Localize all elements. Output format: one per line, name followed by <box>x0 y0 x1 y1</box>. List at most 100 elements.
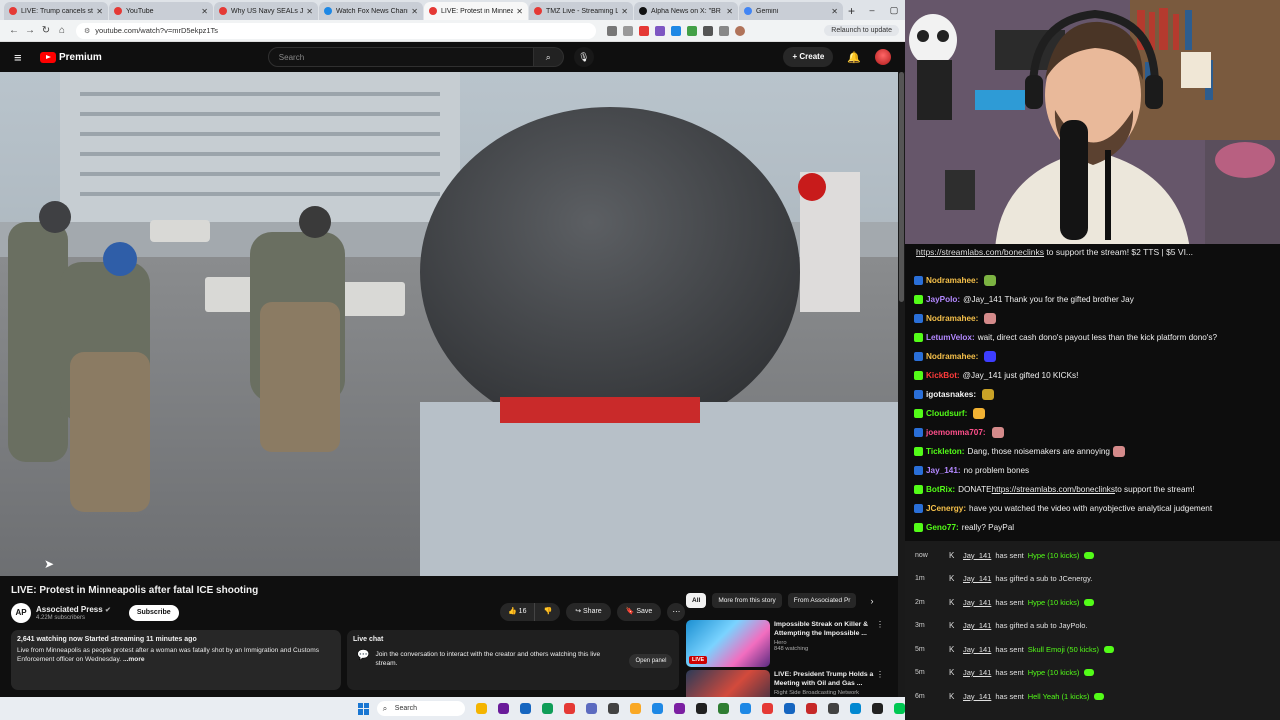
forward-icon[interactable]: → <box>22 25 38 36</box>
chat-link[interactable]: https://streamlabs.com/boneclinks <box>992 485 1115 494</box>
sidepanel-icon[interactable] <box>719 25 729 36</box>
notifications-bell-icon[interactable]: 🔔 <box>847 51 861 64</box>
chat-username[interactable]: Nodramahee: <box>926 314 978 323</box>
bookmark-star-icon[interactable] <box>623 25 633 36</box>
chip-from-channel[interactable]: From Associated Pr <box>787 593 857 608</box>
cast-icon[interactable] <box>607 25 617 36</box>
extension-icon[interactable] <box>703 25 713 36</box>
video-player[interactable] <box>0 72 898 576</box>
windows-start-icon[interactable] <box>358 702 369 715</box>
tab-close-icon[interactable]: ✕ <box>411 7 418 16</box>
open-panel-button[interactable]: Open panel <box>629 654 673 668</box>
chat-username[interactable]: Tickleton: <box>926 447 965 456</box>
recommendation-thumbnail[interactable] <box>686 670 770 697</box>
tab-close-icon[interactable]: ✕ <box>306 7 313 16</box>
recommendation-title[interactable]: LIVE: President Trump Holds a Meeting wi… <box>774 670 874 688</box>
extension-icon[interactable] <box>639 25 649 36</box>
browser-tab[interactable]: YouTube ✕ <box>109 2 213 20</box>
tab-close-icon[interactable]: ✕ <box>516 7 523 16</box>
taskbar-app-icon[interactable] <box>828 703 839 714</box>
channel-name[interactable]: Associated Press ✔ <box>36 605 111 614</box>
page-scrollbar[interactable] <box>898 72 905 697</box>
kebab-menu-icon[interactable]: ⋮ <box>876 670 884 697</box>
more-actions-icon[interactable]: ⋯ <box>667 603 686 621</box>
channel-avatar[interactable]: AP <box>11 603 31 623</box>
tab-close-icon[interactable]: ✕ <box>96 7 103 16</box>
taskbar-search[interactable]: Search <box>376 701 465 716</box>
recommendation-item[interactable]: LIVE: President Trump Holds a Meeting wi… <box>686 670 886 697</box>
hamburger-menu-icon[interactable]: ≡ <box>14 50 28 65</box>
taskbar-app-icon[interactable] <box>718 703 729 714</box>
new-tab-button[interactable]: + <box>848 4 855 18</box>
browser-tab[interactable]: Gemini ✕ <box>739 2 843 20</box>
search-input[interactable]: Search <box>267 47 534 67</box>
taskbar-app-icon[interactable] <box>784 703 795 714</box>
taskbar-app-icon[interactable] <box>586 703 597 714</box>
url-field[interactable]: ⚙ youtube.com/watch?v=mrD5ekpz1Ts <box>76 22 596 39</box>
scrollbar-thumb[interactable] <box>899 72 904 302</box>
recommendation-item[interactable]: LIVE Impossible Streak on Killer & Attem… <box>686 620 886 667</box>
chevron-right-icon[interactable]: › <box>870 596 873 606</box>
minimize-icon[interactable]: – <box>861 0 883 20</box>
taskbar-app-icon[interactable] <box>564 703 575 714</box>
event-username[interactable]: Jay_141 <box>963 574 991 583</box>
chat-username[interactable]: BotRix: <box>926 485 955 494</box>
taskbar-app-icon[interactable] <box>696 703 707 714</box>
site-info-icon[interactable]: ⚙ <box>84 27 90 35</box>
browser-tab[interactable]: Alpha News on X: "BR ✕ <box>634 2 738 20</box>
taskbar-app-icon[interactable] <box>740 703 751 714</box>
youtube-logo[interactable]: Premium <box>40 51 102 63</box>
description-box[interactable]: 2,641 watching now Started streaming 11 … <box>11 630 341 690</box>
chat-username[interactable]: Jay_141: <box>926 466 961 475</box>
like-button[interactable]: 👍 16 <box>500 603 536 621</box>
extension-icon[interactable] <box>687 25 697 36</box>
subscribe-button[interactable]: Subscribe <box>128 605 179 621</box>
chip-all[interactable]: All <box>686 593 707 608</box>
tab-close-icon[interactable]: ✕ <box>621 7 628 16</box>
relaunch-button[interactable]: Relaunch to update <box>824 25 899 36</box>
taskbar-app-icon[interactable] <box>674 703 685 714</box>
profile-avatar[interactable] <box>735 25 745 36</box>
create-button[interactable]: + Create <box>783 47 834 67</box>
chat-username[interactable]: LetumVelox: <box>926 333 975 342</box>
share-button[interactable]: ↪ Share <box>566 603 611 621</box>
tab-close-icon[interactable]: ✕ <box>201 7 208 16</box>
event-username[interactable]: Jay_141 <box>963 668 991 677</box>
event-username[interactable]: Jay_141 <box>963 598 991 607</box>
chat-username[interactable]: JCenergy: <box>926 504 966 513</box>
chat-username[interactable]: Cloudsurf: <box>926 409 967 418</box>
taskbar-app-icon[interactable] <box>872 703 883 714</box>
taskbar-app-icon[interactable] <box>498 703 509 714</box>
reload-icon[interactable]: ↻ <box>38 25 54 36</box>
taskbar-app-icon[interactable] <box>850 703 861 714</box>
chat-username[interactable]: Nodramahee: <box>926 276 978 285</box>
browser-tab[interactable]: TMZ Live - Streaming Liv ✕ <box>529 2 633 20</box>
taskbar-app-icon[interactable] <box>630 703 641 714</box>
voice-search-button[interactable]: 🎙 <box>573 47 594 67</box>
taskbar-app-icon[interactable] <box>608 703 619 714</box>
browser-tab[interactable]: LIVE: Protest in Minnea ✕ <box>424 2 528 20</box>
search-button[interactable]: ⌕ <box>533 47 564 67</box>
tab-close-icon[interactable]: ✕ <box>831 7 838 16</box>
event-username[interactable]: Jay_141 <box>963 551 991 560</box>
taskbar-app-icon[interactable] <box>476 703 487 714</box>
chat-username[interactable]: JayPolo: <box>926 295 960 304</box>
taskbar-app-icon[interactable] <box>806 703 817 714</box>
recommendation-thumbnail[interactable]: LIVE <box>686 620 770 667</box>
home-icon[interactable]: ⌂ <box>54 25 70 36</box>
recommendation-title[interactable]: Impossible Streak on Killer & Attempting… <box>774 620 874 638</box>
taskbar-app-icon[interactable] <box>894 703 905 714</box>
save-button[interactable]: 🔖 Save <box>616 603 662 621</box>
taskbar-app-icon[interactable] <box>520 703 531 714</box>
chat-username[interactable]: joemomma707: <box>926 428 986 437</box>
taskbar-app-icon[interactable] <box>542 703 553 714</box>
chat-username[interactable]: igotasnakes: <box>926 390 976 399</box>
back-icon[interactable]: ← <box>6 25 22 36</box>
tab-close-icon[interactable]: ✕ <box>726 7 733 16</box>
chat-banner-link[interactable]: https://streamlabs.com/boneclinks <box>916 247 1044 257</box>
browser-tab[interactable]: Why US Navy SEALs Just✕ <box>214 2 318 20</box>
taskbar-app-icon[interactable] <box>652 703 663 714</box>
kebab-menu-icon[interactable]: ⋮ <box>876 620 884 667</box>
browser-tab[interactable]: LIVE: Trump cancels strikes✕ <box>4 2 108 20</box>
browser-tab[interactable]: Watch Fox News Chann ✕ <box>319 2 423 20</box>
